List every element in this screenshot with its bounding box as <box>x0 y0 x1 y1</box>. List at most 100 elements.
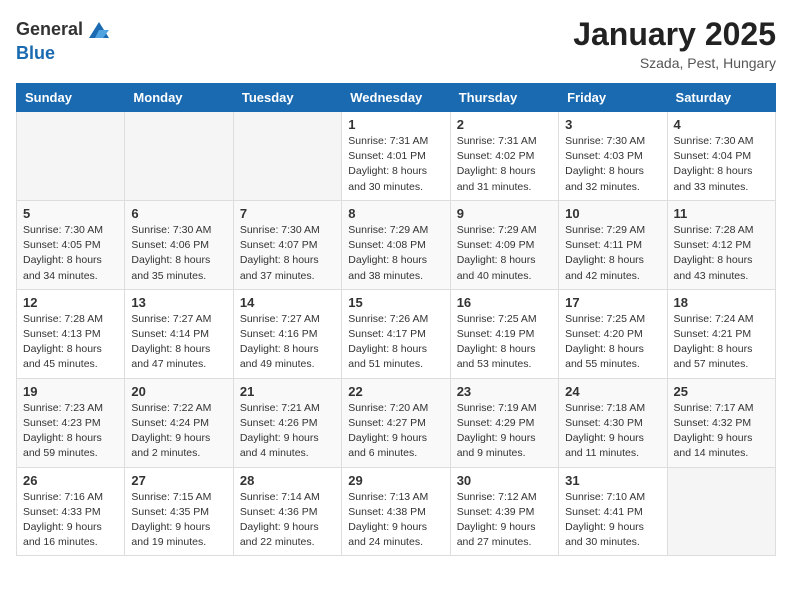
calendar-cell: 2 Sunrise: 7:31 AMSunset: 4:02 PMDaylight… <box>450 112 558 201</box>
calendar-cell <box>17 112 125 201</box>
calendar-cell: 18Sunrise: 7:24 AMSunset: 4:21 PMDayligh… <box>667 289 775 378</box>
calendar-cell <box>233 112 341 201</box>
day-number: 25 <box>674 384 769 399</box>
calendar-week-row: 12Sunrise: 7:28 AMSunset: 4:13 PMDayligh… <box>17 289 776 378</box>
weekday-header: Wednesday <box>342 84 450 112</box>
day-number: 18 <box>674 295 769 310</box>
day-number: 26 <box>23 473 118 488</box>
day-number: 6 <box>131 206 226 221</box>
calendar-cell: 9Sunrise: 7:29 AMSunset: 4:09 PMDaylight… <box>450 200 558 289</box>
weekday-header: Saturday <box>667 84 775 112</box>
day-info: Sunrise: 7:26 AMSunset: 4:17 PMDaylight:… <box>348 312 443 373</box>
day-info: Sunrise: 7:13 AMSunset: 4:38 PMDaylight:… <box>348 490 443 551</box>
day-number: 30 <box>457 473 552 488</box>
day-info: Sunrise: 7:12 AMSunset: 4:39 PMDaylight:… <box>457 490 552 551</box>
calendar-cell: 3 Sunrise: 7:30 AMSunset: 4:03 PMDaylight… <box>559 112 667 201</box>
weekday-header: Thursday <box>450 84 558 112</box>
day-info: Sunrise: 7:10 AMSunset: 4:41 PMDaylight:… <box>565 490 660 551</box>
calendar-cell: 20Sunrise: 7:22 AMSunset: 4:24 PMDayligh… <box>125 378 233 467</box>
day-info: Sunrise: 7:29 AMSunset: 4:09 PMDaylight:… <box>457 223 552 284</box>
calendar-cell: 30 Sunrise: 7:12 AMSunset: 4:39 PMDayligh… <box>450 467 558 556</box>
day-info: Sunrise: 7:28 AMSunset: 4:12 PMDaylight:… <box>674 223 769 284</box>
day-info: Sunrise: 7:29 AMSunset: 4:08 PMDaylight:… <box>348 223 443 284</box>
day-info: Sunrise: 7:29 AMSunset: 4:11 PMDaylight:… <box>565 223 660 284</box>
day-info: Sunrise: 7:21 AMSunset: 4:26 PMDaylight:… <box>240 401 335 462</box>
day-number: 17 <box>565 295 660 310</box>
day-number: 11 <box>674 206 769 221</box>
calendar-cell: 14Sunrise: 7:27 AMSunset: 4:16 PMDayligh… <box>233 289 341 378</box>
calendar-cell: 8 Sunrise: 7:29 AMSunset: 4:08 PMDaylight… <box>342 200 450 289</box>
calendar-cell: 17 Sunrise: 7:25 AMSunset: 4:20 PMDayligh… <box>559 289 667 378</box>
day-number: 7 <box>240 206 335 221</box>
calendar-table: SundayMondayTuesdayWednesdayThursdayFrid… <box>16 83 776 556</box>
calendar-cell: 1 Sunrise: 7:31 AMSunset: 4:01 PMDaylight… <box>342 112 450 201</box>
logo-icon <box>85 16 113 44</box>
calendar-cell: 13 Sunrise: 7:27 AMSunset: 4:14 PMDayligh… <box>125 289 233 378</box>
calendar-cell: 10Sunrise: 7:29 AMSunset: 4:11 PMDayligh… <box>559 200 667 289</box>
calendar-cell <box>667 467 775 556</box>
day-number: 2 <box>457 117 552 132</box>
day-info: Sunrise: 7:19 AMSunset: 4:29 PMDaylight:… <box>457 401 552 462</box>
weekday-header: Tuesday <box>233 84 341 112</box>
day-number: 5 <box>23 206 118 221</box>
day-info: Sunrise: 7:30 AMSunset: 4:03 PMDaylight:… <box>565 134 660 195</box>
month-title: January 2025 <box>573 16 776 53</box>
calendar-cell: 26 Sunrise: 7:16 AMSunset: 4:33 PMDayligh… <box>17 467 125 556</box>
day-info: Sunrise: 7:17 AMSunset: 4:32 PMDaylight:… <box>674 401 769 462</box>
calendar-body: 1 Sunrise: 7:31 AMSunset: 4:01 PMDaylight… <box>17 112 776 556</box>
calendar-week-row: 5 Sunrise: 7:30 AMSunset: 4:05 PMDaylight… <box>17 200 776 289</box>
calendar-cell: 25 Sunrise: 7:17 AMSunset: 4:32 PMDayligh… <box>667 378 775 467</box>
weekday-header: Sunday <box>17 84 125 112</box>
day-number: 4 <box>674 117 769 132</box>
calendar-cell: 16Sunrise: 7:25 AMSunset: 4:19 PMDayligh… <box>450 289 558 378</box>
day-info: Sunrise: 7:15 AMSunset: 4:35 PMDaylight:… <box>131 490 226 551</box>
day-info: Sunrise: 7:16 AMSunset: 4:33 PMDaylight:… <box>23 490 118 551</box>
day-number: 20 <box>131 384 226 399</box>
day-info: Sunrise: 7:20 AMSunset: 4:27 PMDaylight:… <box>348 401 443 462</box>
calendar-week-row: 26 Sunrise: 7:16 AMSunset: 4:33 PMDayligh… <box>17 467 776 556</box>
day-number: 24 <box>565 384 660 399</box>
location-subtitle: Szada, Pest, Hungary <box>573 55 776 71</box>
day-info: Sunrise: 7:30 AMSunset: 4:04 PMDaylight:… <box>674 134 769 195</box>
day-info: Sunrise: 7:31 AMSunset: 4:02 PMDaylight:… <box>457 134 552 195</box>
day-number: 28 <box>240 473 335 488</box>
day-info: Sunrise: 7:28 AMSunset: 4:13 PMDaylight:… <box>23 312 118 373</box>
day-number: 21 <box>240 384 335 399</box>
weekday-header: Monday <box>125 84 233 112</box>
day-info: Sunrise: 7:14 AMSunset: 4:36 PMDaylight:… <box>240 490 335 551</box>
calendar-cell: 5 Sunrise: 7:30 AMSunset: 4:05 PMDaylight… <box>17 200 125 289</box>
calendar-cell: 24 Sunrise: 7:18 AMSunset: 4:30 PMDayligh… <box>559 378 667 467</box>
weekday-header-row: SundayMondayTuesdayWednesdayThursdayFrid… <box>17 84 776 112</box>
day-info: Sunrise: 7:27 AMSunset: 4:14 PMDaylight:… <box>131 312 226 373</box>
weekday-header: Friday <box>559 84 667 112</box>
title-area: January 2025 Szada, Pest, Hungary <box>573 16 776 71</box>
day-number: 8 <box>348 206 443 221</box>
day-info: Sunrise: 7:30 AMSunset: 4:07 PMDaylight:… <box>240 223 335 284</box>
day-number: 23 <box>457 384 552 399</box>
day-number: 3 <box>565 117 660 132</box>
day-info: Sunrise: 7:18 AMSunset: 4:30 PMDaylight:… <box>565 401 660 462</box>
day-info: Sunrise: 7:25 AMSunset: 4:20 PMDaylight:… <box>565 312 660 373</box>
calendar-cell: 23 Sunrise: 7:19 AMSunset: 4:29 PMDayligh… <box>450 378 558 467</box>
calendar-cell: 21 Sunrise: 7:21 AMSunset: 4:26 PMDayligh… <box>233 378 341 467</box>
day-info: Sunrise: 7:31 AMSunset: 4:01 PMDaylight:… <box>348 134 443 195</box>
day-info: Sunrise: 7:30 AMSunset: 4:05 PMDaylight:… <box>23 223 118 284</box>
day-number: 1 <box>348 117 443 132</box>
logo: General Blue <box>16 16 113 64</box>
calendar-week-row: 1 Sunrise: 7:31 AMSunset: 4:01 PMDaylight… <box>17 112 776 201</box>
day-number: 13 <box>131 295 226 310</box>
day-info: Sunrise: 7:30 AMSunset: 4:06 PMDaylight:… <box>131 223 226 284</box>
day-number: 31 <box>565 473 660 488</box>
day-info: Sunrise: 7:25 AMSunset: 4:19 PMDaylight:… <box>457 312 552 373</box>
day-number: 15 <box>348 295 443 310</box>
calendar-cell: 22Sunrise: 7:20 AMSunset: 4:27 PMDayligh… <box>342 378 450 467</box>
calendar-cell: 12Sunrise: 7:28 AMSunset: 4:13 PMDayligh… <box>17 289 125 378</box>
calendar-cell: 7 Sunrise: 7:30 AMSunset: 4:07 PMDaylight… <box>233 200 341 289</box>
day-info: Sunrise: 7:23 AMSunset: 4:23 PMDaylight:… <box>23 401 118 462</box>
calendar-cell: 11 Sunrise: 7:28 AMSunset: 4:12 PMDayligh… <box>667 200 775 289</box>
calendar-cell: 31 Sunrise: 7:10 AMSunset: 4:41 PMDayligh… <box>559 467 667 556</box>
day-number: 14 <box>240 295 335 310</box>
logo-text-blue: Blue <box>16 44 113 64</box>
calendar-week-row: 19Sunrise: 7:23 AMSunset: 4:23 PMDayligh… <box>17 378 776 467</box>
day-number: 27 <box>131 473 226 488</box>
